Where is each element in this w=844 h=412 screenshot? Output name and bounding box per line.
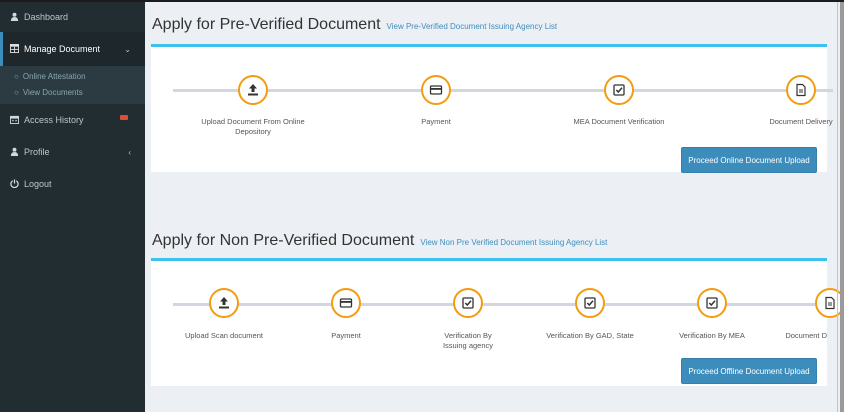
progress-track bbox=[173, 89, 833, 92]
submenu-item-label: Online Attestation bbox=[22, 71, 86, 81]
sidebar-item-logout[interactable]: Logout bbox=[0, 168, 145, 200]
page-title: Apply for Pre-Verified Document bbox=[152, 16, 381, 33]
proceed-online-upload-button[interactable]: Proceed Online Document Upload bbox=[681, 147, 817, 173]
notification-badge bbox=[120, 115, 128, 120]
submenu-manage-document: ○ Online Attestation ○ View Documents bbox=[0, 66, 145, 104]
credit-card-icon bbox=[339, 298, 353, 308]
logout-icon bbox=[8, 178, 20, 190]
step-label: Upload Scan document bbox=[185, 331, 263, 340]
upload-icon bbox=[248, 84, 258, 96]
section-title-non-pre-verified: Apply for Non Pre-Verified Document View… bbox=[152, 232, 607, 250]
proceed-offline-upload-button[interactable]: Proceed Offline Document Upload bbox=[681, 358, 817, 384]
sidebar-item-dashboard[interactable]: Dashboard bbox=[0, 2, 145, 32]
submenu-item-label: View Documents bbox=[22, 87, 83, 97]
step-verification-gad-state bbox=[575, 288, 605, 318]
sidebar-item-label: Access History bbox=[24, 115, 84, 125]
progress-track bbox=[173, 303, 833, 306]
section-title-pre-verified: Apply for Pre-Verified Document View Pre… bbox=[152, 16, 557, 34]
check-square-icon bbox=[584, 297, 596, 309]
file-icon bbox=[825, 296, 835, 310]
step-label: Upload Document From Online Depository bbox=[201, 117, 305, 136]
credit-card-icon bbox=[429, 85, 443, 95]
step-label: Payment bbox=[421, 117, 451, 126]
sidebar-item-label: Profile bbox=[24, 147, 50, 157]
circle-o-icon: ○ bbox=[14, 71, 19, 81]
submenu-item-view-documents[interactable]: ○ View Documents bbox=[0, 84, 145, 100]
agency-list-link[interactable]: View Pre-Verified Document Issuing Agenc… bbox=[387, 22, 558, 31]
agency-list-link[interactable]: View Non Pre Verified Document Issuing A… bbox=[420, 238, 607, 247]
user-icon bbox=[8, 12, 20, 23]
chevron-down-icon: ⌄ bbox=[124, 44, 131, 54]
file-icon bbox=[796, 83, 806, 97]
step-upload bbox=[238, 75, 268, 105]
step-mea-verification bbox=[604, 75, 634, 105]
scrollbar-track-line bbox=[837, 2, 838, 412]
circle-o-icon: ○ bbox=[14, 87, 19, 97]
step-payment bbox=[421, 75, 451, 105]
submenu-item-online-attestation[interactable]: ○ Online Attestation bbox=[0, 68, 145, 84]
main-content: Apply for Pre-Verified Document View Pre… bbox=[145, 2, 844, 412]
scrollbar[interactable] bbox=[840, 2, 844, 412]
check-square-icon bbox=[462, 297, 474, 309]
sidebar-item-label: Dashboard bbox=[24, 12, 69, 22]
step-verification-issuing-agency bbox=[453, 288, 483, 318]
step-document-delivery bbox=[786, 75, 816, 105]
sidebar: Dashboard Manage Document ⌄ ○ Online Att… bbox=[0, 2, 145, 412]
step-label: MEA Document Verification bbox=[573, 117, 665, 126]
sidebar-item-label: Logout bbox=[24, 179, 52, 189]
step-label: Verification By GAD, State bbox=[546, 331, 634, 340]
pre-verified-box: Upload Document From Online Depository P… bbox=[151, 44, 833, 173]
non-pre-verified-box: Upload Scan document Payment Verificatio… bbox=[151, 258, 844, 386]
step-label: Verification By MEA bbox=[679, 331, 745, 340]
step-label: Payment bbox=[331, 331, 361, 340]
sidebar-item-profile[interactable]: Profile ‹ bbox=[0, 136, 145, 168]
step-label: Document Delivery bbox=[769, 117, 833, 126]
step-label: Document D bbox=[785, 331, 827, 340]
step-label: Verification By Issuing agency bbox=[442, 331, 494, 350]
user-icon bbox=[8, 147, 20, 158]
sidebar-item-access-history[interactable]: Access History bbox=[0, 104, 145, 136]
step-payment bbox=[331, 288, 361, 318]
step-upload-scan bbox=[209, 288, 239, 318]
chevron-left-icon: ‹ bbox=[128, 147, 131, 157]
check-square-icon bbox=[613, 84, 625, 96]
check-square-icon bbox=[706, 297, 718, 309]
sidebar-item-manage-document[interactable]: Manage Document ⌄ bbox=[0, 32, 145, 66]
step-verification-mea bbox=[697, 288, 727, 318]
calendar-icon bbox=[8, 115, 20, 126]
sidebar-item-label: Manage Document bbox=[24, 44, 101, 54]
table-icon bbox=[8, 43, 20, 55]
upload-icon bbox=[219, 297, 229, 309]
section-title: Apply for Non Pre-Verified Document bbox=[152, 232, 415, 249]
